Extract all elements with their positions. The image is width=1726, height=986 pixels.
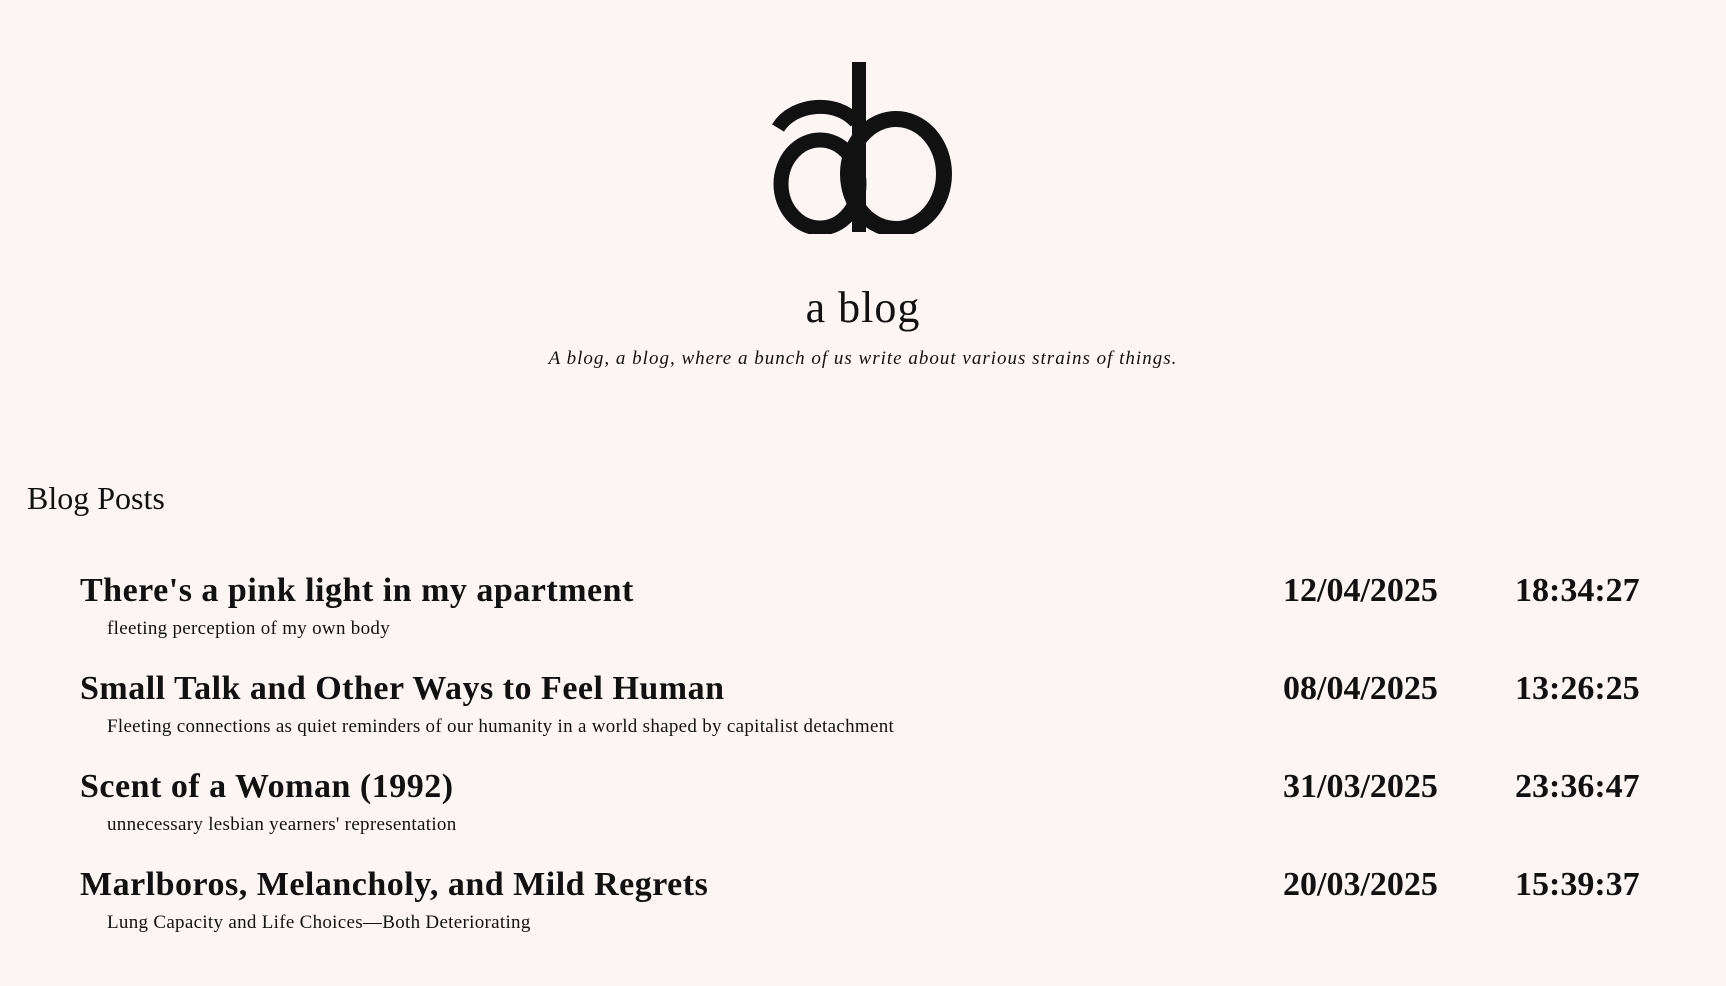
post-title-link[interactable]: There's a pink light in my apartment: [80, 572, 634, 610]
site-tagline: A blog, a blog, where a bunch of us writ…: [548, 348, 1178, 369]
post-time: 18:34:27: [1515, 572, 1640, 609]
post-time: 15:39:37: [1515, 866, 1640, 903]
post-subtitle: Fleeting connections as quiet reminders …: [107, 716, 895, 737]
list-item: Scent of a Woman (1992) unnecessary lesb…: [0, 768, 1726, 866]
post-date: 31/03/2025: [1283, 768, 1438, 805]
list-item: Marlboros, Melancholy, and Mild Regrets …: [0, 866, 1726, 964]
post-date: 08/04/2025: [1283, 670, 1438, 707]
site-title[interactable]: a blog: [0, 286, 1726, 330]
site-logo[interactable]: [768, 62, 958, 234]
site-header: a blog A blog, a blog, where a bunch of …: [0, 62, 1726, 370]
post-time: 23:36:47: [1515, 768, 1640, 805]
blog-posts-heading: Blog Posts: [27, 480, 165, 516]
list-item: There's a pink light in my apartment fle…: [0, 572, 1726, 670]
post-list: There's a pink light in my apartment fle…: [0, 572, 1726, 964]
post-title-link[interactable]: Scent of a Woman (1992): [80, 768, 454, 806]
post-date: 12/04/2025: [1283, 572, 1438, 609]
post-subtitle: unnecessary lesbian yearners' representa…: [107, 814, 457, 835]
post-time: 13:26:25: [1515, 670, 1640, 707]
post-subtitle: fleeting perception of my own body: [107, 618, 390, 639]
post-subtitle: Lung Capacity and Life Choices—Both Dete…: [107, 912, 531, 933]
list-item: Small Talk and Other Ways to Feel Human …: [0, 670, 1726, 768]
post-title-link[interactable]: Marlboros, Melancholy, and Mild Regrets: [80, 866, 708, 904]
post-title-link[interactable]: Small Talk and Other Ways to Feel Human: [80, 670, 725, 708]
post-date: 20/03/2025: [1283, 866, 1438, 903]
